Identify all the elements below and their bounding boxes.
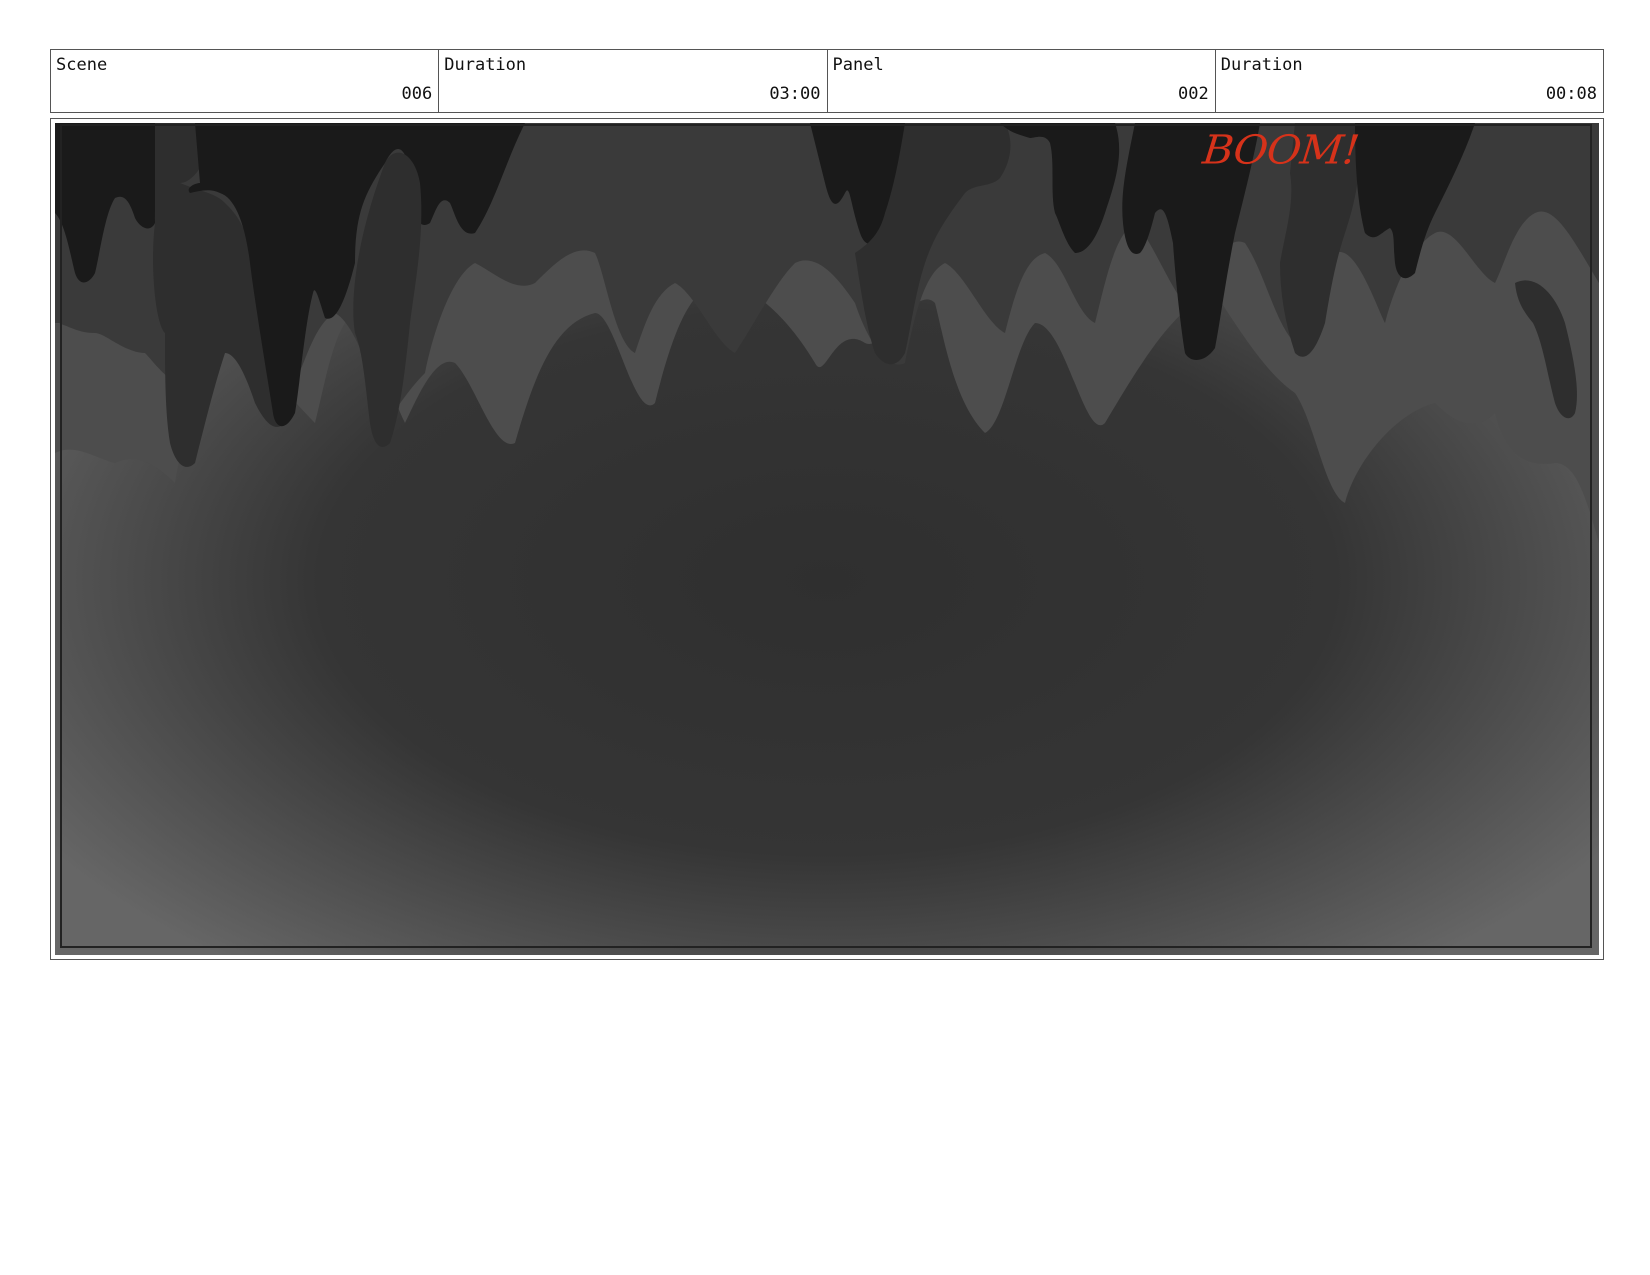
panel-label: Panel — [832, 55, 884, 75]
cave-illustration — [55, 123, 1599, 955]
panel-cell: Panel 002 — [828, 50, 1216, 112]
panel-duration-cell: Duration 00:08 — [1216, 50, 1603, 112]
scene-cell: Scene 006 — [51, 50, 440, 112]
storyboard-panel-artwork: BOOM! — [55, 123, 1599, 955]
panel-info-header: Scene 006 Duration 03:00 Panel 002 Durat… — [50, 49, 1604, 113]
scene-label: Scene — [56, 55, 108, 75]
scene-duration-value: 03:00 — [769, 84, 821, 104]
scene-value: 006 — [401, 84, 433, 104]
panel-duration-value: 00:08 — [1545, 84, 1597, 104]
panel-value: 002 — [1178, 84, 1209, 104]
panel-duration-label: Duration — [1220, 55, 1303, 75]
storyboard-panel-frame: BOOM! — [50, 118, 1604, 960]
scene-duration-label: Duration — [444, 55, 527, 75]
scene-duration-cell: Duration 03:00 — [439, 50, 828, 112]
boom-annotation: BOOM! — [1200, 126, 1361, 173]
